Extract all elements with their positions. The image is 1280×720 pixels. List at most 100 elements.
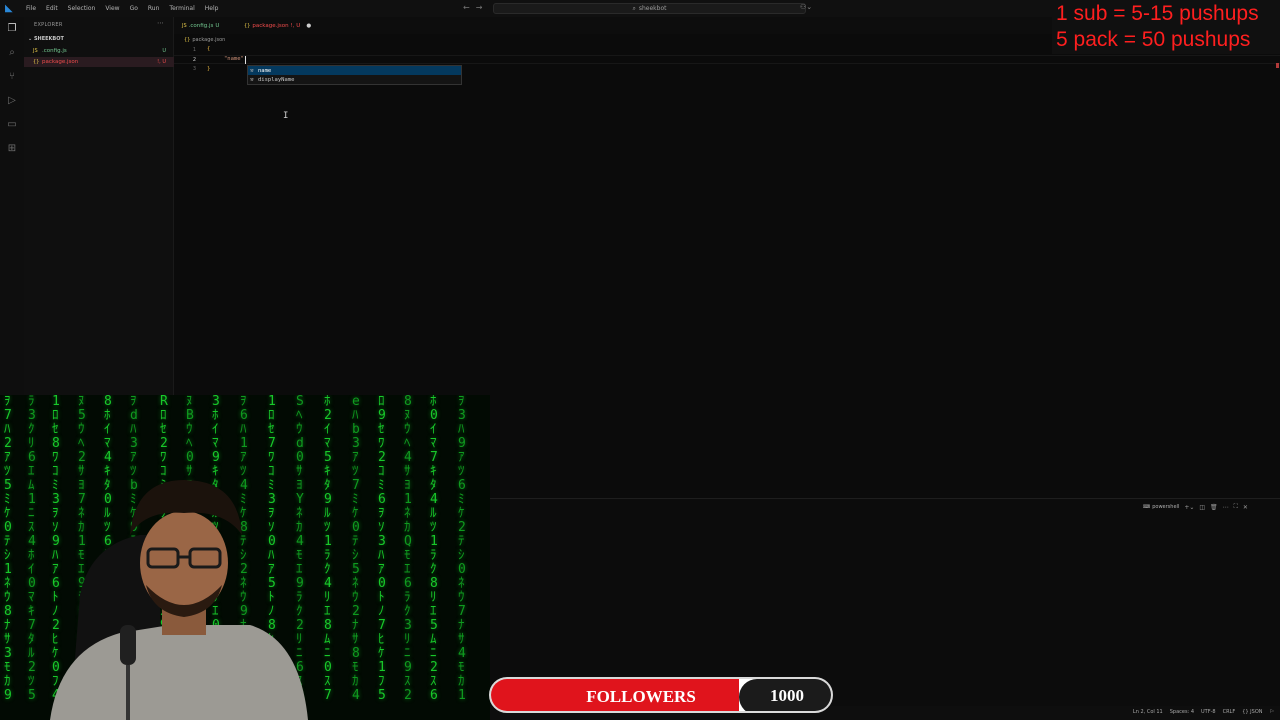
folder-sheekbot[interactable]: ⌄ SHEEKBOT (28, 36, 64, 42)
command-center[interactable]: ⌕ sheekbot (493, 3, 806, 14)
terminal-icon: ⌨ (1143, 504, 1151, 510)
matrix-rain-column: ﾎ 2 ｲ ﾏ 5 ｷ ﾀ 9 ﾙ ﾂ 1 ﾗ ｸ 4 ﾘ ｴ 8 ﾑ ﾆ 0 … (324, 395, 332, 703)
breadcrumb: {} package.json (184, 37, 225, 43)
extensions-icon[interactable]: ⊞ (6, 143, 18, 155)
wrench-icon: ⚒ (250, 76, 254, 83)
matrix-rain-column: ｦ 3 ﾊ 9 ｱ ﾂ 6 ﾐ ｹ 2 ﾃ ｼ 0 ﾈ ｳ 7 ﾅ ｻ 4 ﾓ … (458, 395, 466, 703)
suggestion-label: displayName (258, 76, 295, 83)
more-actions-icon[interactable]: ⋯ (1223, 504, 1229, 511)
search-icon[interactable]: ⌕ (6, 47, 18, 59)
line-number: 3 (192, 66, 196, 72)
status-eol[interactable]: CRLF (1223, 709, 1236, 715)
code-open-brace: { (207, 46, 211, 52)
split-terminal-icon[interactable]: ◫ (1199, 504, 1205, 511)
matrix-rain-column: 8 ﾇ ｳ ﾍ 4 ｻ ﾖ 1 ﾈ ｶ Q ﾓ ｴ 6 ﾗ ｸ 3 ﾘ ﾆ 9 … (404, 395, 412, 703)
search-icon: ⌕ (632, 4, 636, 12)
pushup-goal-overlay: 1 sub = 5-15 pushups 5 pack = 50 pushups (1052, 0, 1280, 54)
explorer-title: EXPLORER (34, 22, 63, 28)
copilot-icon[interactable]: ⚇⌄ (800, 3, 812, 11)
file-config-js[interactable]: JS .config.js U (24, 46, 174, 56)
status-language[interactable]: {} JSON (1242, 709, 1262, 715)
explorer-sidebar: EXPLORER ⋯ ⌄ SHEEKBOT JS .config.js U {}… (24, 17, 174, 395)
streamer-silhouette (50, 480, 308, 720)
file-package-json[interactable]: {} package.json !, U (24, 57, 174, 67)
terminal-panel[interactable] (490, 498, 1280, 706)
tab-config-js[interactable]: JS .config.js U (182, 17, 219, 34)
json-file-icon: {} (184, 37, 191, 43)
menu-edit[interactable]: Edit (41, 0, 63, 17)
terminal-toolbar: ⌨ powershell +⌄ ◫ 🗑 ⋯ ⛶ ✕ (1143, 503, 1248, 511)
goal-line-1: 1 sub = 5-15 pushups (1056, 2, 1259, 25)
minimap-error-marker (1276, 63, 1279, 68)
navigation-arrows: ← → (463, 3, 482, 12)
status-items: Ln 2, Col 11 Spaces: 4 UTF-8 CRLF {} JSO… (1133, 709, 1274, 715)
matrix-rain-column: ﾗ 3 ｸ ﾘ 6 ｴ ﾑ 1 ﾆ ｽ 4 ﾎ ｲ 0 ﾏ ｷ 7 ﾀ ﾙ 2 … (28, 395, 36, 703)
file-status-badge: U (162, 48, 166, 54)
suggestion-label: name (258, 67, 272, 74)
forward-arrow-icon[interactable]: → (476, 3, 483, 12)
menu-view[interactable]: View (100, 0, 124, 17)
menu-bar: File Edit Selection View Go Run Terminal… (21, 0, 223, 17)
menu-file[interactable]: File (21, 0, 41, 17)
matrix-rain-column: ﾎ 0 ｲ ﾏ 7 ｷ ﾀ 4 ﾙ ﾂ 1 ﾗ ｸ 8 ﾘ ｴ 5 ﾑ ﾆ 2 … (430, 395, 438, 703)
line-number: 2 (192, 57, 196, 63)
status-encoding[interactable]: UTF-8 (1201, 709, 1216, 715)
wrench-icon: ⚒ (250, 67, 254, 74)
matrix-rain-column: ﾛ 9 ｾ ﾜ 2 ｺ ﾐ 6 ｦ ｿ 3 ﾊ ｱ 0 ﾄ ﾉ 7 ﾋ ｹ 1 … (378, 395, 386, 703)
json-file-icon: {} (244, 22, 251, 29)
tab-package-json[interactable]: {} package.json !, U ● (244, 17, 311, 34)
json-file-icon: {} (33, 59, 40, 65)
notifications-bell-icon[interactable]: ⚐ (1270, 709, 1274, 715)
line-number: 1 (192, 47, 196, 53)
folder-label: SHEEKBOT (33, 36, 64, 42)
tab-badge: !, U (290, 22, 301, 29)
code-typed-text: "name" (224, 56, 244, 62)
menu-go[interactable]: Go (125, 0, 143, 17)
menu-terminal[interactable]: Terminal (164, 0, 199, 17)
matrix-rain-column: e ﾊ b 3 ｱ ﾂ 7 ﾐ ｹ 0 ﾃ ｼ 5 ﾈ ｳ 2 ﾅ ｻ 8 ﾓ … (352, 395, 360, 703)
text-caret (245, 56, 246, 64)
activity-bar: ❐ ⌕ ⑂ ▷ ▭ ⊞ (0, 17, 24, 395)
matrix-rain-column: ｦ 7 ﾊ 2 ｱ ﾂ 5 ﾐ ｹ 0 ﾃ ｼ 1 ﾈ ｳ 8 ﾅ ｻ 3 ﾓ … (4, 395, 12, 703)
menu-run[interactable]: Run (143, 0, 165, 17)
close-icon[interactable]: ✕ (1243, 504, 1248, 511)
back-arrow-icon[interactable]: ← (463, 3, 470, 12)
suggestion-item[interactable]: ⚒ name (248, 66, 461, 75)
source-control-icon[interactable]: ⑂ (6, 71, 18, 83)
goal-line-2: 5 pack = 50 pushups (1056, 28, 1251, 51)
new-terminal-icon[interactable]: +⌄ (1184, 504, 1194, 511)
file-name: .config.js (42, 48, 67, 54)
microphone (120, 625, 136, 665)
tab-label: package.json (252, 22, 289, 29)
run-debug-icon[interactable]: ▷ (6, 95, 18, 107)
status-cursor-position[interactable]: Ln 2, Col 11 (1133, 709, 1163, 715)
js-file-icon: JS (182, 22, 187, 29)
file-status-badge: !, U (157, 59, 166, 65)
current-line-highlight (174, 55, 1280, 64)
file-name: package.json (42, 59, 79, 65)
maximize-panel-icon[interactable]: ⛶ (1234, 503, 1238, 511)
mouse-ibeam-cursor-icon: I (283, 111, 289, 121)
tab-label: .config.js (188, 22, 214, 29)
vscode-logo-icon: ◣ (5, 3, 13, 14)
breadcrumb-file[interactable]: package.json (192, 37, 225, 43)
trash-icon[interactable]: 🗑 (1210, 504, 1218, 511)
autocomplete-widget: ⚒ name ⚒ displayName (247, 65, 462, 85)
menu-selection[interactable]: Selection (63, 0, 101, 17)
explorer-icon[interactable]: ❐ (6, 23, 18, 35)
menu-help[interactable]: Help (200, 0, 224, 17)
suggestion-item[interactable]: ⚒ displayName (248, 75, 461, 84)
shell-label: powershell (1152, 504, 1180, 510)
webcam-overlay: ｦ 7 ﾊ 2 ｱ ﾂ 5 ﾐ ｹ 0 ﾃ ｼ 1 ﾈ ｳ 8 ﾅ ｻ 3 ﾓ … (0, 395, 490, 720)
followers-count: 1000 (770, 686, 804, 705)
terminal-shell-selector[interactable]: ⌨ powershell (1143, 504, 1179, 510)
followers-goal-bar: FOLLOWERS 1000 (489, 677, 833, 713)
more-actions-icon[interactable]: ⋯ (157, 19, 164, 27)
status-indentation[interactable]: Spaces: 4 (1170, 709, 1194, 715)
unsaved-dot-icon[interactable]: ● (306, 23, 311, 29)
command-center-label: sheekbot (638, 5, 667, 12)
js-file-icon: JS (33, 48, 38, 54)
tab-badge: U (215, 22, 220, 29)
code-close-brace: } (207, 66, 211, 72)
remote-explorer-icon[interactable]: ▭ (6, 119, 18, 131)
